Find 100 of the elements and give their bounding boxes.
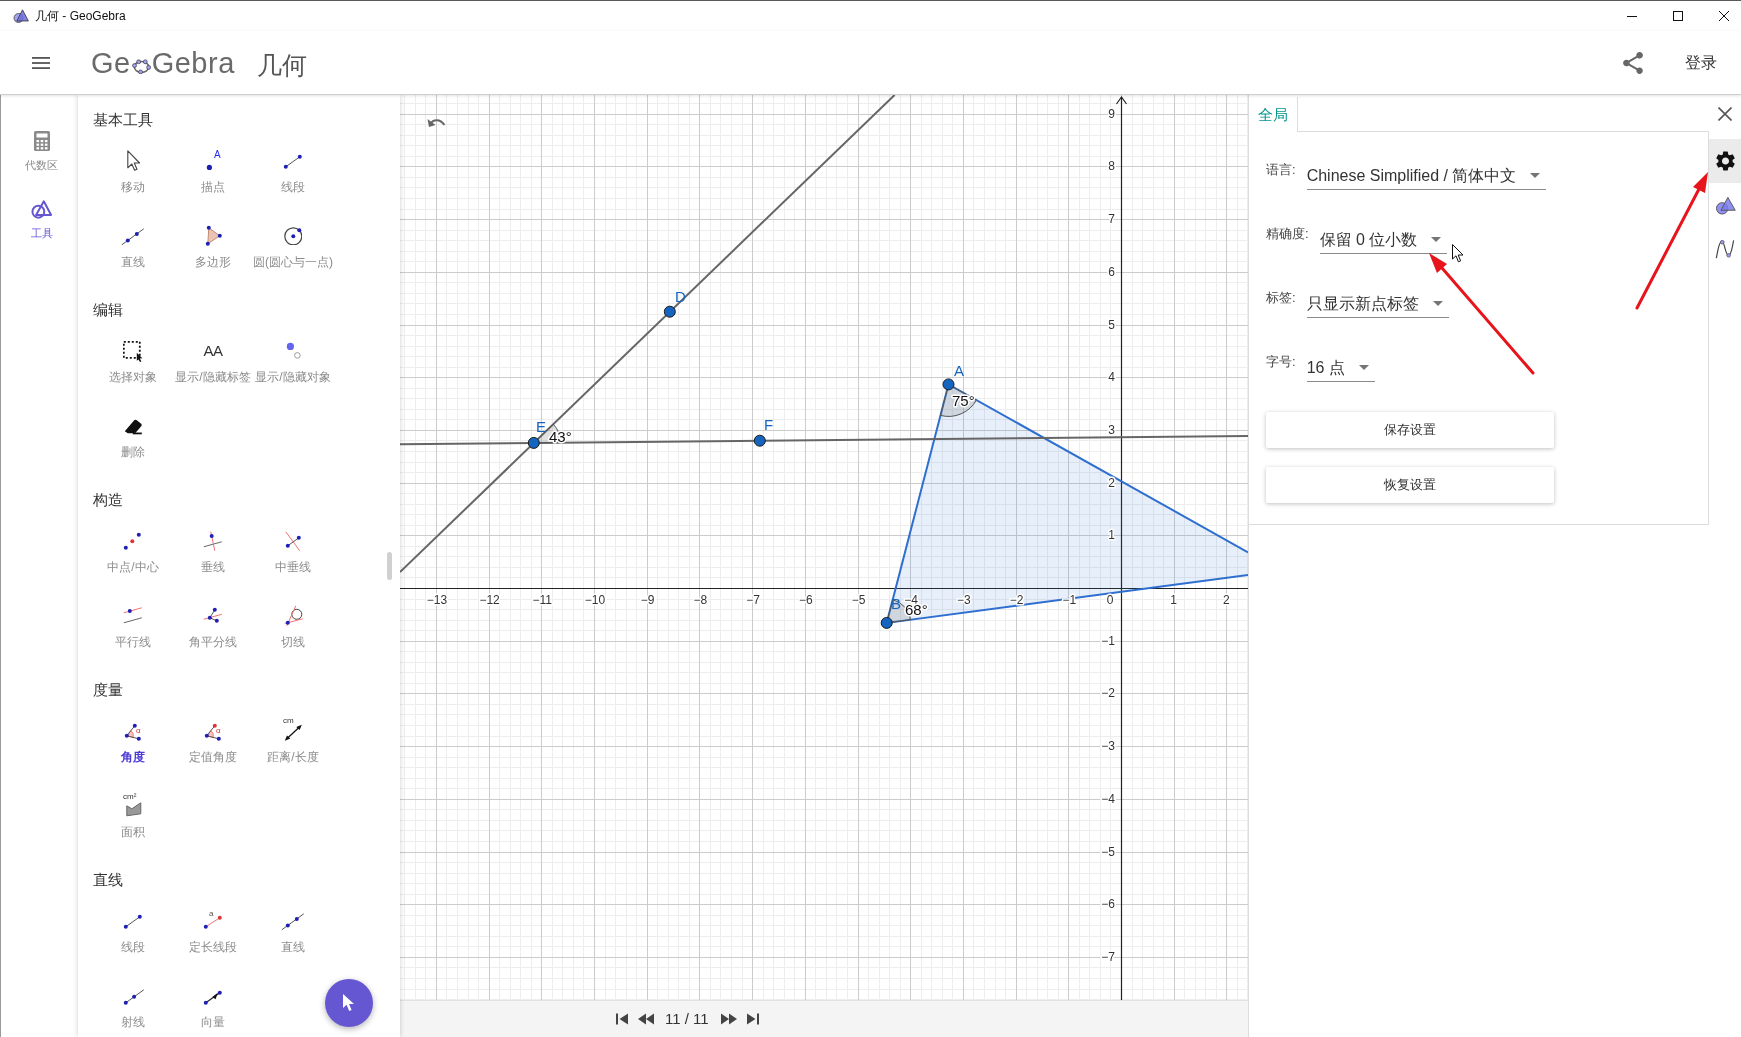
dropdown-field[interactable]: Chinese Simplified / 简体中文: [1306, 162, 1547, 190]
sidebar-tab[interactable]: 代数区: [9, 123, 74, 180]
tool-button[interactable]: 切线: [279, 602, 307, 650]
icon-letter: α: [136, 727, 141, 735]
rewind-icon[interactable]: [638, 1012, 654, 1026]
skip-to-start-icon[interactable]: [615, 1012, 629, 1026]
tool-button[interactable]: 垂线: [199, 527, 227, 575]
line-icon: [121, 228, 145, 246]
tool-button[interactable]: 线段: [279, 147, 307, 195]
tool-button[interactable]: 删除: [119, 412, 147, 460]
circle-icon: [283, 226, 303, 246]
eraser-icon: [124, 418, 143, 435]
shapes-icon: [30, 199, 53, 219]
field-label: 字号:: [1266, 354, 1296, 370]
tool-button[interactable]: 显示/隐藏对象: [255, 337, 331, 385]
point: [942, 378, 955, 391]
undo-icon[interactable]: [426, 116, 446, 130]
vector-arrow-icon: [203, 990, 223, 1006]
point-icon: [205, 163, 213, 171]
settings-icon: [1715, 151, 1735, 171]
section-heading: 直线: [93, 870, 124, 890]
close-icon[interactable]: [1718, 107, 1732, 121]
floating-action-button[interactable]: [325, 979, 373, 1027]
tool-button[interactable]: α 角度: [119, 717, 147, 765]
point: [880, 616, 893, 629]
logo-ring-icon: [131, 57, 151, 74]
angle-icon: [204, 723, 222, 742]
dots-icon: [285, 341, 301, 359]
point: [753, 434, 766, 447]
app-name: 几何: [256, 49, 307, 80]
logo-text: Gebra: [151, 45, 235, 80]
angle-label: 43°: [549, 428, 572, 445]
skip-to-end-icon[interactable]: [745, 1012, 760, 1026]
tool-button[interactable]: 角平分线: [189, 602, 237, 650]
axis-label: 4: [1108, 370, 1115, 385]
function-graph-icon: [1715, 239, 1735, 259]
axis-label: 0: [1106, 593, 1114, 607]
tool-button[interactable]: 平行线: [115, 602, 151, 650]
tangent-icon: [284, 605, 304, 627]
dropdown-caret-icon: [1358, 365, 1369, 370]
maximize-icon[interactable]: [1673, 11, 1683, 21]
settings-category-tab[interactable]: [1709, 139, 1741, 183]
midpoint-icon: [123, 532, 142, 551]
axis-label: −5: [851, 593, 866, 607]
tool-button[interactable]: 中点/中心: [107, 527, 159, 575]
point-label: E: [536, 418, 546, 435]
distance-arrow-icon: [284, 724, 303, 742]
segment-icon: [123, 914, 143, 930]
triangle-icon: [205, 225, 223, 247]
perpendicular-bisector-icon: [285, 531, 302, 552]
tool-button[interactable]: 线段: [119, 907, 147, 955]
tool-button[interactable]: A 描点: [199, 147, 227, 195]
tool-button[interactable]: 选择对象: [109, 337, 157, 385]
tool-button[interactable]: cm² 面积: [119, 792, 147, 840]
tool-button[interactable]: a 定长线段: [189, 907, 237, 955]
icon-letters: AA: [203, 341, 223, 361]
axis-label: −7: [1101, 949, 1115, 964]
tool-button[interactable]: 向量: [199, 982, 227, 1030]
axis-label: 8: [1108, 159, 1115, 174]
tool-button[interactable]: 直线: [279, 907, 307, 955]
tool-button[interactable]: AA 显示/隐藏标签: [175, 337, 251, 385]
axis-label: −5: [1101, 844, 1115, 859]
field-label: 精确度:: [1266, 226, 1309, 242]
tool-button[interactable]: 多边形: [195, 222, 231, 270]
axis-label: −4: [1101, 791, 1115, 806]
point-label: A: [954, 362, 964, 379]
sidebar-tab[interactable]: 工具: [9, 191, 74, 248]
login-button[interactable]: 登录: [1685, 52, 1717, 73]
dropdown-caret-icon: [1431, 237, 1442, 242]
tool-button[interactable]: 射线: [119, 982, 147, 1030]
tool-button[interactable]: α 定值角度: [189, 717, 237, 765]
dropdown-field[interactable]: 16 点: [1306, 354, 1375, 382]
dropdown-field[interactable]: 保留 0 位小数: [1319, 226, 1448, 254]
angle-icon: [124, 723, 142, 742]
menu-icon[interactable]: [32, 56, 50, 69]
action-button[interactable]: 恢复设置: [1266, 467, 1554, 503]
axis-label: −9: [640, 593, 655, 607]
tool-button[interactable]: 中垂线: [275, 527, 311, 575]
app-logo-icon: [13, 9, 29, 23]
share-icon[interactable]: [1623, 51, 1643, 74]
scrollbar-thumb[interactable]: [387, 552, 392, 580]
axis-label: −6: [1101, 897, 1115, 912]
selection-rectangle-icon: [123, 341, 144, 364]
icon-letter: a: [209, 910, 214, 918]
icon-letter: A: [214, 150, 221, 160]
axis-label: −6: [798, 593, 813, 607]
dropdown-field[interactable]: 只显示新点标签: [1306, 290, 1449, 318]
axis-label: −10: [584, 593, 606, 607]
icon-letter: cm²: [123, 793, 137, 801]
logo-text: Ge: [91, 45, 131, 80]
action-button[interactable]: 保存设置: [1266, 412, 1554, 448]
tool-button[interactable]: 直线: [119, 222, 147, 270]
dropdown-caret-icon: [1432, 301, 1443, 306]
close-icon[interactable]: [1719, 11, 1729, 21]
tool-button[interactable]: cm 距离/长度: [267, 717, 319, 765]
cursor-arrow-icon: [127, 150, 141, 172]
shapes-icon: [1714, 195, 1736, 215]
tool-button[interactable]: 圆(圆心与一点): [253, 222, 333, 270]
fast-forward-icon[interactable]: [720, 1012, 737, 1026]
tool-button[interactable]: 移动: [119, 147, 147, 195]
